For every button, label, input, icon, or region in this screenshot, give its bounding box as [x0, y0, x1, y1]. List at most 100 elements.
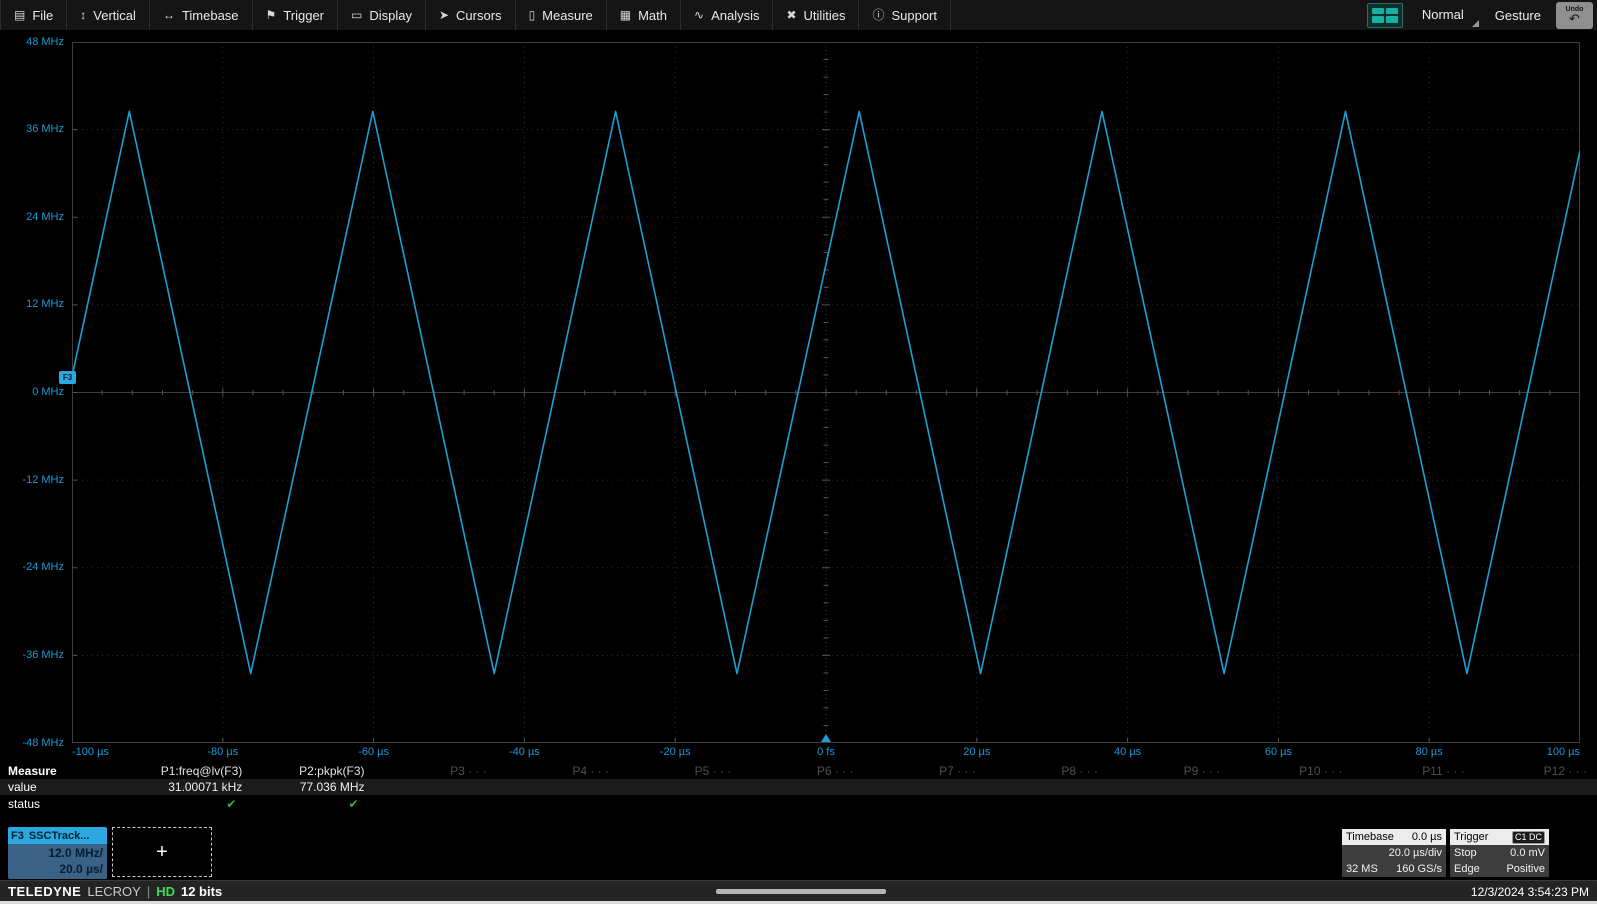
- brand-logo: TELEDYNE LECROY | HD 12 bits: [8, 884, 222, 899]
- x-axis-tick-label: 0 fs: [817, 746, 835, 758]
- display-icon: ▭: [351, 9, 362, 21]
- timebase-scale-row: 20.0 µs/div: [1342, 845, 1446, 861]
- trigger-type-row: Edge Positive: [1450, 861, 1549, 877]
- y-axis-tick-label: -12 MHz: [2, 474, 64, 486]
- timebase-icon: ↔: [163, 9, 175, 21]
- measure-icon: ▯: [529, 9, 536, 21]
- undo-button[interactable]: Undo ↶: [1556, 2, 1593, 29]
- measure-param-header[interactable]: P9 · · ·: [1108, 764, 1230, 778]
- x-axis-tick-label: -20 µs: [660, 746, 691, 758]
- horizontal-scrollbar-handle[interactable]: [716, 889, 886, 894]
- trigger-mode-row: Stop 0.0 mV: [1450, 845, 1549, 861]
- menubar: ▤File ↕ Vertical ↔Timebase ⚑ Trigger ▭ Display ➤…: [0, 0, 1597, 31]
- measure-header-row: Measure P1:freq@lv(F3)P2:pkpk(F3)P3 · · …: [0, 763, 1597, 779]
- timebase-title: Timebase: [1346, 831, 1394, 843]
- value-row-label: value: [0, 780, 130, 794]
- display-mode-dropdown[interactable]: Normal: [1418, 3, 1480, 28]
- menu-item-utilities[interactable]: ✖Utilities: [773, 0, 859, 30]
- status-ok-icon: ✔: [252, 797, 374, 811]
- undo-arrow-icon: ↶: [1569, 12, 1580, 25]
- add-trace-button[interactable]: +: [112, 827, 212, 877]
- hd-badge: HD: [156, 884, 175, 899]
- f3-trace-header: F3 SSCTrack...: [8, 827, 107, 844]
- menu-item-timebase[interactable]: ↔Timebase: [150, 0, 253, 30]
- x-axis-tick-label: 100 µs: [1547, 746, 1580, 758]
- measure-param-header[interactable]: P1:freq@lv(F3): [130, 764, 252, 778]
- timebase-offset: 0.0 µs: [1412, 831, 1442, 843]
- menu-item-label: Vertical: [93, 8, 136, 23]
- scope-display: F3 48 MHz36 MHz24 MHz12 MHz0 MHz-12 MHz-…: [0, 30, 1597, 763]
- x-axis-tick-label: 20 µs: [963, 746, 990, 758]
- menu-item-file[interactable]: ▤File: [0, 0, 67, 30]
- menubar-right-cluster: Normal Gesture Undo ↶: [1367, 0, 1595, 30]
- x-axis-tick-label: 60 µs: [1265, 746, 1292, 758]
- vertical-icon: ↕: [80, 9, 86, 21]
- measure-param-value: 31.00071 kHz: [130, 780, 252, 794]
- menu-item-label: Analysis: [711, 8, 759, 23]
- measure-param-header[interactable]: P10 · · ·: [1230, 764, 1352, 778]
- y-axis-tick-label: -48 MHz: [2, 737, 64, 749]
- menu-item-support[interactable]: ⓘSupport: [859, 0, 951, 30]
- brand-separator: |: [147, 884, 150, 899]
- bits-label: 12 bits: [181, 884, 222, 899]
- grid-display-button[interactable]: [1367, 3, 1403, 28]
- menu-item-cursors[interactable]: ➤Cursors: [426, 0, 516, 30]
- measure-param-header[interactable]: P2:pkpk(F3): [252, 764, 374, 778]
- status-bar: TELEDYNE LECROY | HD 12 bits 12/3/2024 3…: [0, 880, 1597, 904]
- plus-icon: +: [156, 841, 168, 864]
- x-axis-tick-label: -60 µs: [358, 746, 389, 758]
- menu-item-display[interactable]: ▭ Display: [338, 0, 426, 30]
- timebase-sampling-row: 32 MS 160 GS/s: [1342, 861, 1446, 877]
- menu-item-trigger[interactable]: ⚑ Trigger: [253, 0, 338, 30]
- trigger-slope: Positive: [1506, 863, 1545, 875]
- f3-horizontal-scale: 20.0 µs/: [8, 861, 103, 877]
- menu-item-analysis[interactable]: ∿Analysis: [681, 0, 773, 30]
- measure-param-header[interactable]: P12 · · ·: [1475, 764, 1597, 778]
- measure-param-header[interactable]: P6 · · ·: [741, 764, 863, 778]
- menu-item-label: File: [32, 8, 53, 23]
- menu-item-label: Trigger: [283, 8, 324, 23]
- measure-status-row: status ✔✔: [0, 795, 1597, 813]
- trigger-descriptor[interactable]: Trigger C1 DC Stop 0.0 mV Edge Positive: [1450, 829, 1549, 877]
- grid-display-icon: [1372, 8, 1384, 15]
- measure-table: Measure P1:freq@lv(F3)P2:pkpk(F3)P3 · · …: [0, 763, 1597, 813]
- measure-param-header[interactable]: P11 · · ·: [1353, 764, 1475, 778]
- brand-lecroy: LECROY: [87, 884, 140, 899]
- measure-row-label: Measure: [0, 764, 130, 778]
- y-axis-tick-label: -36 MHz: [2, 649, 64, 661]
- trigger-level: 0.0 mV: [1510, 847, 1545, 859]
- timebase-header: Timebase 0.0 µs: [1342, 829, 1446, 845]
- status-ok-icon: ✔: [130, 797, 252, 811]
- trigger-header: Trigger C1 DC: [1450, 829, 1549, 845]
- gesture-label: Gesture: [1495, 8, 1541, 23]
- menu-item-label: Math: [638, 8, 667, 23]
- y-axis-tick-label: 48 MHz: [2, 36, 64, 48]
- datetime-display: 12/3/2024 3:54:23 PM: [1471, 885, 1589, 899]
- menu-item-label: Display: [369, 8, 412, 23]
- timebase-descriptor[interactable]: Timebase 0.0 µs 20.0 µs/div 32 MS 160 GS…: [1342, 829, 1446, 877]
- measure-param-header[interactable]: P4 · · ·: [497, 764, 619, 778]
- menu-item-math[interactable]: ▦ Math: [607, 0, 681, 30]
- brand-teledyne: TELEDYNE: [8, 884, 81, 899]
- f3-trace-name: SSCTrack...: [29, 830, 90, 842]
- y-axis-tick-label: 24 MHz: [2, 211, 64, 223]
- x-axis-tick-label: -100 µs: [72, 746, 109, 758]
- menu-item-label: Measure: [542, 8, 593, 23]
- menu-item-vertical[interactable]: ↕ Vertical: [67, 0, 150, 30]
- timebase-rate: 160 GS/s: [1396, 863, 1442, 875]
- measure-param-header[interactable]: P8 · · ·: [986, 764, 1108, 778]
- menu-item-label: Cursors: [456, 8, 502, 23]
- f3-trace-descriptor[interactable]: F3 SSCTrack... 12.0 MHz/ 20.0 µs/: [8, 827, 107, 879]
- f3-zero-level-badge[interactable]: F3: [59, 371, 76, 384]
- x-axis-tick-label: 80 µs: [1416, 746, 1443, 758]
- menu-item-label: Support: [891, 8, 937, 23]
- waveform-plot-area[interactable]: F3: [72, 42, 1580, 743]
- menu-item-measure[interactable]: ▯ Measure: [516, 0, 607, 30]
- timebase-samples: 32 MS: [1346, 863, 1378, 875]
- measure-param-header[interactable]: P5 · · ·: [619, 764, 741, 778]
- utilities-icon: ✖: [786, 9, 796, 21]
- measure-param-header[interactable]: P3 · · ·: [375, 764, 497, 778]
- measure-param-header[interactable]: P7 · · ·: [864, 764, 986, 778]
- trigger-icon: ⚑: [266, 9, 277, 21]
- math-icon: ▦: [620, 9, 631, 21]
